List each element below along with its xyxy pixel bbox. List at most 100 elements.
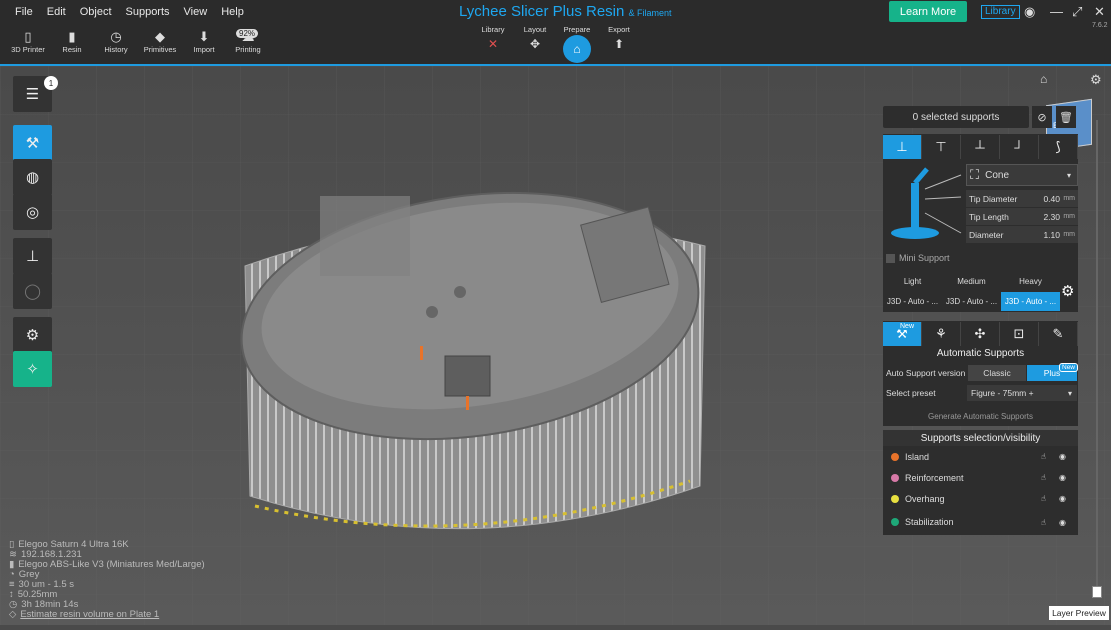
- stabilization-label: Stabilization: [905, 517, 954, 527]
- tab-library[interactable]: Library ✕: [476, 25, 510, 63]
- unit-label: mm: [1063, 213, 1075, 220]
- version-label: 7.6.2: [1092, 22, 1108, 29]
- layer-preview-button[interactable]: Layer Preview: [1049, 606, 1109, 620]
- hollow-tool-button[interactable]: ◎: [13, 194, 52, 230]
- select-icon[interactable]: ☝: [1041, 518, 1046, 527]
- support-type-overhang[interactable]: Overhang ☝ ◉: [883, 488, 1078, 509]
- preset-select[interactable]: Figure - 75mm + ▾: [967, 385, 1077, 401]
- tip-diameter-label: Tip Diameter: [969, 193, 1018, 204]
- diameter-value[interactable]: 1.10: [1043, 230, 1060, 240]
- select-icon[interactable]: ☝: [1041, 494, 1046, 503]
- raft-tool-button[interactable]: ◍: [13, 159, 52, 195]
- tab-auto-branch[interactable]: ✣: [961, 322, 1000, 346]
- tab-label: Prepare: [563, 25, 591, 34]
- cylinder-icon: ◎: [25, 204, 40, 221]
- tool-3d-printer[interactable]: ▯ 3D Printer: [6, 28, 50, 54]
- settings-tool-button[interactable]: ⚙: [13, 317, 52, 353]
- auto-supports-title: Automatic Supports: [936, 348, 1025, 359]
- printer-icon: ▯: [24, 29, 32, 44]
- tool-label: History: [104, 45, 128, 54]
- tip-diameter-field[interactable]: Tip Diameter 0.40 mm: [966, 190, 1078, 207]
- diameter-field[interactable]: Diameter 1.10 mm: [966, 226, 1078, 243]
- minimize-icon[interactable]: —: [1050, 4, 1063, 19]
- trash-icon[interactable]: 🗑: [1056, 106, 1076, 128]
- hide-icon[interactable]: ⊘: [1032, 106, 1052, 128]
- tab-auto-scan[interactable]: ⊡: [1000, 322, 1039, 346]
- support-shape-select[interactable]: ⛶ Cone ▾: [966, 164, 1078, 186]
- version-classic-button[interactable]: Classic: [968, 365, 1026, 381]
- support-type-tabs: ⊥ ⊤ ┴ ┘ ⟆: [883, 135, 1078, 159]
- estimate-volume-link[interactable]: Estimate resin volume on Plate 1: [20, 610, 159, 620]
- island-label: Island: [905, 451, 930, 462]
- tool-history[interactable]: ◷ History: [94, 28, 138, 54]
- eye-icon[interactable]: ◉: [1059, 473, 1066, 482]
- tab-export[interactable]: Export ⬆: [602, 25, 636, 63]
- unit-label: mm: [1063, 195, 1075, 202]
- preset-heavy-select[interactable]: J3D - Auto - ...: [1001, 292, 1060, 311]
- tab-support-ball[interactable]: ⊤: [922, 135, 961, 159]
- support-type-stabilization[interactable]: Stabilization ☝ ◉: [883, 509, 1078, 535]
- support-type-island[interactable]: Island ☝ ◉: [883, 446, 1078, 467]
- tip-diameter-value[interactable]: 0.40: [1043, 194, 1060, 204]
- home-view-icon[interactable]: ⌂: [1040, 72, 1047, 86]
- tab-auto-tree[interactable]: ⚘: [922, 322, 961, 346]
- tool-label: Primitives: [143, 45, 177, 54]
- select-icon[interactable]: ☝: [1041, 452, 1046, 461]
- tab-auto-edit[interactable]: ✎: [1039, 322, 1078, 346]
- eye-icon[interactable]: ◉: [1059, 518, 1066, 527]
- list-icon: ☰: [25, 86, 40, 103]
- move-icon: ✥: [529, 37, 541, 51]
- menu-file[interactable]: File: [8, 4, 40, 20]
- account-icon[interactable]: ◉: [1024, 4, 1035, 20]
- support-shape-icon: ⊥: [25, 248, 40, 265]
- preset-medium-select[interactable]: J3D - Auto - ...: [942, 292, 1001, 311]
- tool-resin[interactable]: ▮ Resin: [50, 28, 94, 54]
- menu-supports[interactable]: Supports: [119, 4, 177, 20]
- tip-length-label: Tip Length: [969, 211, 1009, 222]
- tab-label: Export: [608, 25, 630, 34]
- library-button[interactable]: Library: [981, 5, 1020, 19]
- tool-primitives[interactable]: ◆ Primitives: [138, 28, 182, 54]
- tool-label: Resin: [62, 45, 82, 54]
- tip-length-field[interactable]: Tip Length 2.30 mm: [966, 208, 1078, 225]
- eye-icon[interactable]: ◉: [1059, 452, 1066, 461]
- mini-support-toggle[interactable]: Mini Support: [886, 253, 950, 263]
- gear-icon[interactable]: ⚙: [1061, 282, 1074, 300]
- history-icon: ◷: [110, 29, 122, 44]
- menu-help[interactable]: Help: [214, 4, 251, 20]
- supports-tool-button[interactable]: ⚒: [13, 125, 52, 161]
- tool-label: Printing: [235, 45, 261, 54]
- tab-support-tip[interactable]: ┴: [961, 135, 1000, 159]
- magic-tool-button[interactable]: ✧: [13, 351, 52, 387]
- menu-edit[interactable]: Edit: [40, 4, 73, 20]
- overhang-color-dot: [891, 494, 899, 503]
- preset-selectors: J3D - Auto - ... J3D - Auto - ... J3D - …: [883, 292, 1060, 311]
- select-icon[interactable]: ☝: [1041, 473, 1046, 482]
- preset-medium-label: Medium: [957, 276, 986, 286]
- mini-support-checkbox[interactable]: [886, 253, 895, 263]
- layer-slider-track[interactable]: [1096, 120, 1098, 590]
- gear-icon[interactable]: ⚙: [1090, 72, 1102, 88]
- tab-layout[interactable]: Layout ✥: [518, 25, 552, 63]
- resin-name: Elegoo ABS-Like V3 (Miniatures Med/Large…: [18, 559, 205, 570]
- preset-light-select[interactable]: J3D - Auto - ...: [883, 292, 942, 311]
- eye-icon[interactable]: ◉: [1059, 494, 1066, 503]
- support-type-button[interactable]: ⊥: [13, 238, 52, 274]
- menu-view[interactable]: View: [177, 4, 215, 20]
- tab-support-cone[interactable]: ⊥: [883, 135, 922, 159]
- top-bar: File Edit Object Supports View Help Lych…: [0, 0, 1111, 66]
- generate-supports-button[interactable]: Generate Automatic Supports: [883, 408, 1078, 424]
- tool-import[interactable]: ⬇ Import: [182, 28, 226, 54]
- tab-support-branch[interactable]: ⟆: [1039, 135, 1078, 159]
- tip-length-value[interactable]: 2.30: [1043, 212, 1060, 222]
- learn-more-button[interactable]: Learn More: [889, 1, 967, 22]
- tab-prepare[interactable]: Prepare ⌂: [560, 25, 594, 63]
- support-type-reinforcement[interactable]: Reinforcement ☝ ◉: [883, 467, 1078, 488]
- layer-slider-handle[interactable]: [1092, 586, 1102, 598]
- tab-support-bend[interactable]: ┘: [1000, 135, 1039, 159]
- chevron-down-icon: ▾: [1066, 170, 1071, 180]
- cylinder-outline-icon: ◯: [24, 283, 41, 300]
- menu-object[interactable]: Object: [73, 4, 119, 20]
- maximize-icon[interactable]: ⤢: [1072, 4, 1082, 20]
- close-icon[interactable]: ✕: [1094, 4, 1105, 20]
